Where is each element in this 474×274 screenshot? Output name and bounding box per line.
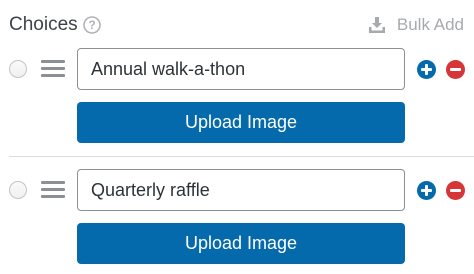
svg-text:?: ? [88,18,95,32]
plus-circle-icon[interactable] [417,60,436,79]
bulk-add-button[interactable]: Bulk Add [367,14,464,36]
default-choice-radio[interactable] [9,60,27,78]
plus-circle-icon[interactable] [417,181,436,200]
download-icon [368,17,385,33]
choice-row: Upload Image [0,48,474,156]
upload-image-button[interactable]: Upload Image [77,223,405,264]
minus-circle-icon[interactable] [446,181,465,200]
upload-image-button[interactable]: Upload Image [77,102,405,143]
choices-title: Choices [9,14,78,35]
drag-handle-icon[interactable] [41,60,65,78]
choices-header: Choices ? Bulk Add [0,0,474,50]
default-choice-radio[interactable] [9,181,27,199]
choice-label-input[interactable] [77,48,405,90]
drag-handle-icon[interactable] [41,181,65,199]
choice-row: Upload Image [0,169,474,274]
choice-divider [9,156,474,157]
question-circle-icon[interactable]: ? [83,16,101,34]
minus-circle-icon[interactable] [446,60,465,79]
choice-label-input[interactable] [77,169,405,211]
bulk-add-label: Bulk Add [396,15,464,34]
